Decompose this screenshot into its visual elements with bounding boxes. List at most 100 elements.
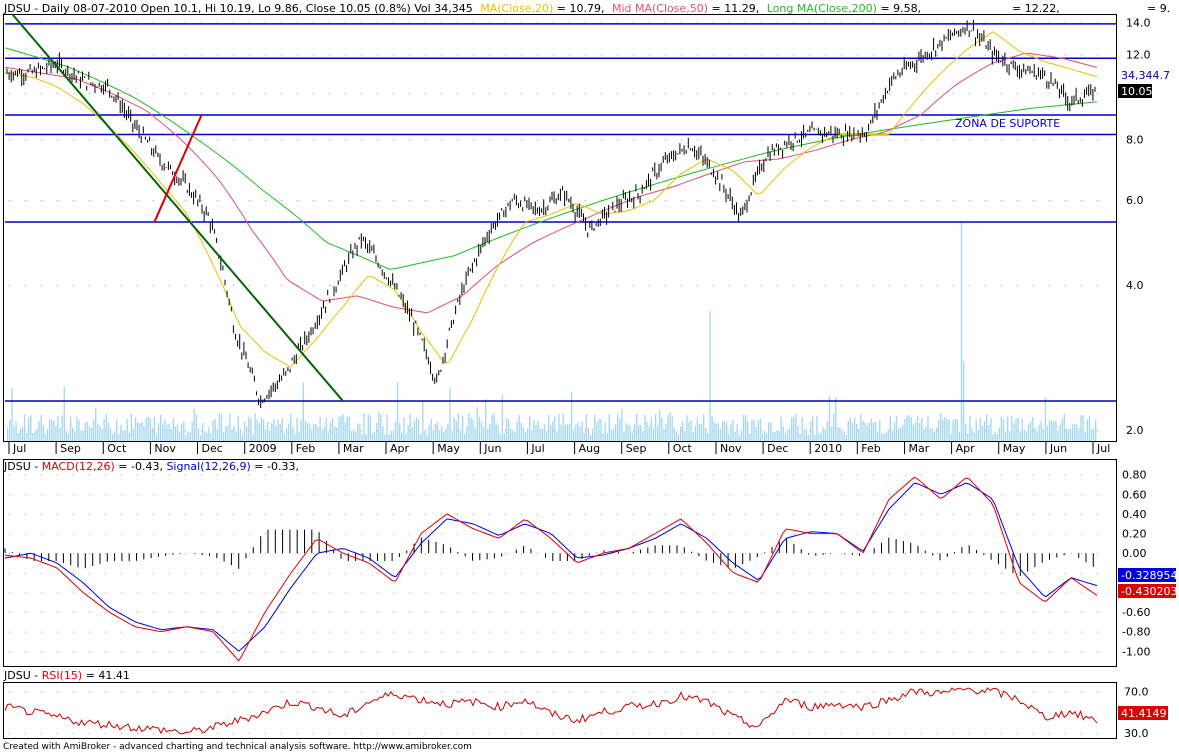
volume-bar [642,430,644,441]
volume-bar [405,433,407,441]
grid-dot [1017,474,1018,476]
grid-dot [121,494,122,496]
volume-bar [908,415,910,441]
grid-dot [1001,553,1002,555]
grid-dot [761,732,762,734]
volume-bar [935,427,938,441]
grid-dot [1001,732,1002,734]
volume-bar [61,415,63,441]
grid-dot [249,92,250,94]
grid-dot [665,474,666,476]
grid-dot [473,54,474,56]
grid-dot [729,92,730,94]
volume-bar [508,419,510,441]
grid-dot [1065,612,1066,614]
grid-dot [153,513,154,515]
grid-dot [169,199,170,201]
volume-bar [128,432,130,441]
grid-dot [281,732,282,734]
grid-dot [297,92,298,94]
volume-bar [948,419,950,441]
chart-canvas: 14.012.010.08.06.04.02.00.800.600.400.20… [3,2,1177,740]
macd-y-tick: 0.80 [1122,469,1147,482]
grid-dot [825,691,826,693]
grid-dot [857,474,858,476]
volume-bar [1086,419,1088,441]
grid-dot [89,533,90,535]
credit-line: Created with AmiBroker - advanced charti… [3,742,472,752]
volume-bar [250,418,252,441]
volume-bar [717,423,720,441]
grid-dot [73,513,74,515]
grid-dot [969,54,970,56]
grid-dot [25,651,26,653]
grid-dot [425,533,426,535]
x-tick-label: 2010 [814,442,842,455]
grid-dot [217,732,218,734]
volume-bar [1011,415,1013,441]
grid-dot [921,553,922,555]
grid-dot [489,592,490,594]
volume-bar [952,420,954,441]
grid-dot [41,572,42,574]
grid-dot [985,612,986,614]
grid-dot [345,631,346,633]
volume-bars [7,221,1097,441]
grid-dot [409,651,410,653]
grid-dot [233,612,234,614]
grid-dot [105,572,106,574]
volume-bar [679,426,682,441]
grid-dot [729,691,730,693]
volume-bar [1095,419,1097,441]
grid-dot [57,199,58,201]
volume-bar [298,432,300,441]
volume-bar [828,395,831,441]
grid-dot [425,474,426,476]
grid-dot [425,592,426,594]
grid-dot [361,651,362,653]
volume-bar [246,426,248,441]
volume-bar [799,433,801,441]
grid-dot [857,139,858,141]
grid-dot [841,494,842,496]
grid-dot [825,631,826,633]
volume-bar [879,420,881,441]
grid-dot [281,553,282,555]
grid-dot [473,612,474,614]
grid-dot [857,732,858,734]
grid-dot [9,284,10,286]
grid-dot [569,553,570,555]
volume-bar [1071,424,1074,441]
support-resistance-lines [5,23,1116,402]
grid-dot [761,199,762,201]
grid-dot [793,651,794,653]
grid-dot [217,533,218,535]
grid-dot [153,199,154,201]
grid-dot [89,284,90,286]
grid-dot [361,284,362,286]
grid-dot [345,474,346,476]
macd-line [4,476,1098,662]
grid-dot [441,54,442,56]
volume-bar [74,432,76,441]
volume-bar [967,433,969,441]
grid-dot [9,631,10,633]
grid-dot [441,612,442,614]
grid-dot [137,732,138,734]
macd-y-tick: -1.00 [1122,645,1150,658]
volume-bar [837,427,839,441]
grid-dot [985,651,986,653]
grid-dot [1033,199,1034,201]
volume-bar [101,428,103,441]
grid-dot [985,284,986,286]
volume-bar [608,414,610,441]
volume-bar [28,417,30,441]
grid-dot [1033,139,1034,141]
grid-dot [553,533,554,535]
grid-dot [1033,691,1034,693]
grid-dot [921,732,922,734]
volume-bar [667,415,669,441]
grid-dot [505,592,506,594]
grid-dot [9,533,10,535]
volume-bar [256,419,258,441]
